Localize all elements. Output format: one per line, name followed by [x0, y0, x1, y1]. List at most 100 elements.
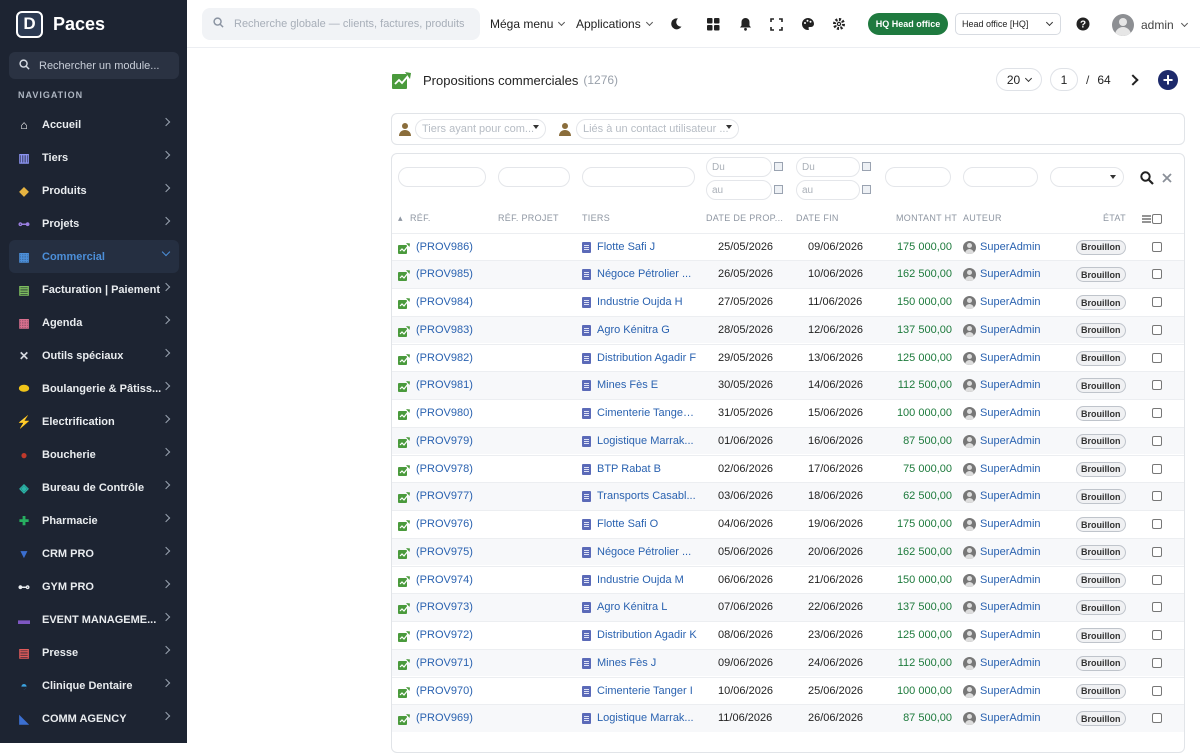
tiers-filter-input[interactable]: [582, 167, 695, 187]
col-header-date-fin[interactable]: DATE FIN: [796, 213, 839, 223]
sidebar-item-produits[interactable]: ◆ Produits: [9, 174, 179, 207]
gear-icon[interactable]: [830, 15, 848, 33]
author-link[interactable]: SuperAdmin: [980, 379, 1041, 391]
tiers-link[interactable]: Mines Fès J: [597, 657, 697, 669]
table-row[interactable]: (PROV969) Logistique Marrak... 11/06/2026 2…: [392, 704, 1184, 732]
clear-filters-icon[interactable]: [1162, 173, 1172, 183]
mega-menu[interactable]: Méga menu: [490, 17, 566, 31]
proposal-ref-link[interactable]: (PROV981): [416, 379, 473, 391]
row-checkbox[interactable]: [1152, 685, 1162, 696]
row-checkbox[interactable]: [1152, 546, 1162, 557]
moon-icon[interactable]: [667, 15, 685, 33]
row-checkbox[interactable]: [1152, 630, 1162, 640]
fullscreen-icon[interactable]: [767, 15, 785, 33]
row-checkbox[interactable]: [1152, 657, 1162, 668]
author-link[interactable]: SuperAdmin: [980, 546, 1041, 558]
date-fin-to-input[interactable]: au: [796, 180, 860, 200]
contact-filter[interactable]: Liés à un contact utilisateur ...: [576, 119, 739, 139]
calendar-icon[interactable]: [862, 162, 871, 171]
col-header-montant[interactable]: MONTANT HT: [896, 213, 957, 223]
sidebar-item-clinique-dentaire[interactable]: ◓ Clinique Dentaire: [9, 669, 179, 702]
proposal-ref-link[interactable]: (PROV970): [416, 685, 473, 697]
proposal-ref-link[interactable]: (PROV969): [416, 712, 473, 724]
table-row[interactable]: (PROV984) Industrie Oujda H 27/05/2026 11/0…: [392, 288, 1184, 316]
author-link[interactable]: SuperAdmin: [980, 685, 1041, 697]
table-row[interactable]: (PROV982) Distribution Agadir F 29/05/2026…: [392, 343, 1184, 372]
next-page-icon[interactable]: [1127, 73, 1139, 86]
tiers-link[interactable]: Distribution Agadir F: [597, 352, 697, 364]
hq-button[interactable]: HQ Head office: [868, 13, 948, 35]
row-checkbox[interactable]: [1152, 519, 1162, 529]
calendar-icon[interactable]: [774, 185, 783, 194]
table-row[interactable]: (PROV983) Agro Kénitra G 28/05/2026 12/06/2…: [392, 315, 1184, 344]
col-header-date-prop[interactable]: DATE DE PROP...: [706, 213, 783, 223]
search-icon[interactable]: [1140, 171, 1154, 185]
author-link[interactable]: SuperAdmin: [980, 296, 1041, 308]
auteur-filter-input[interactable]: [963, 167, 1038, 187]
sidebar-item-bureau-de-contr-le[interactable]: ◈ Bureau de Contrôle: [9, 471, 179, 504]
tiers-link[interactable]: BTP Rabat B: [597, 463, 697, 475]
etat-filter-select[interactable]: [1050, 167, 1124, 187]
sidebar-item-boucherie[interactable]: ● Boucherie: [9, 438, 179, 471]
proposal-ref-link[interactable]: (PROV971): [416, 657, 473, 669]
row-checkbox[interactable]: [1152, 269, 1162, 280]
applications-menu[interactable]: Applications: [576, 17, 653, 31]
sidebar-item-facturation-paiement[interactable]: ▤ Facturation | Paiement: [9, 273, 179, 306]
tiers-link[interactable]: Flotte Safi O: [597, 518, 697, 530]
sidebar-item-agenda[interactable]: ▦ Agenda: [9, 306, 179, 339]
table-row[interactable]: (PROV981) Mines Fès E 30/05/2026 14/06/2026…: [392, 371, 1184, 399]
proposal-ref-link[interactable]: (PROV972): [416, 629, 473, 641]
row-checkbox[interactable]: [1152, 713, 1162, 724]
tiers-link[interactable]: Agro Kénitra G: [597, 324, 697, 336]
sidebar-item-projets[interactable]: ⊶ Projets: [9, 207, 179, 240]
tiers-link[interactable]: Négoce Pétrolier ...: [597, 546, 697, 558]
sort-asc-icon[interactable]: ▴: [398, 213, 403, 224]
proposal-ref-link[interactable]: (PROV982): [416, 352, 473, 364]
author-link[interactable]: SuperAdmin: [980, 712, 1041, 724]
author-link[interactable]: SuperAdmin: [980, 518, 1041, 530]
author-link[interactable]: SuperAdmin: [980, 324, 1041, 336]
table-row[interactable]: (PROV985) Négoce Pétrolier ... 26/05/2026 1…: [392, 260, 1184, 288]
module-search-input[interactable]: [39, 59, 169, 72]
proposal-ref-link[interactable]: (PROV980): [416, 407, 473, 419]
author-link[interactable]: SuperAdmin: [980, 463, 1041, 475]
tiers-filter[interactable]: Tiers ayant pour com...: [415, 119, 546, 139]
author-link[interactable]: SuperAdmin: [980, 629, 1041, 641]
author-link[interactable]: SuperAdmin: [980, 574, 1041, 586]
author-link[interactable]: SuperAdmin: [980, 241, 1041, 253]
author-link[interactable]: SuperAdmin: [980, 352, 1041, 364]
row-checkbox[interactable]: [1152, 408, 1162, 418]
col-header-ref[interactable]: RÉF.: [410, 213, 431, 223]
date-prop-to-input[interactable]: au: [706, 180, 772, 200]
tiers-link[interactable]: Industrie Oujda H: [597, 296, 697, 308]
sidebar-item-event-manageme[interactable]: ▬ EVENT MANAGEME...: [9, 603, 179, 636]
tiers-link[interactable]: Mines Fès E: [597, 379, 697, 391]
per-page-select[interactable]: 20: [996, 68, 1042, 91]
proposal-ref-link[interactable]: (PROV983): [416, 324, 473, 336]
sidebar-item-presse[interactable]: ▤ Presse: [9, 636, 179, 669]
sidebar-item-commercial[interactable]: ▦ Commercial: [9, 240, 179, 273]
table-row[interactable]: (PROV970) Cimenterie Tanger I 10/06/2026 25…: [392, 676, 1184, 705]
proposal-ref-link[interactable]: (PROV976): [416, 518, 473, 530]
global-search-input[interactable]: [234, 18, 464, 30]
row-checkbox[interactable]: [1152, 491, 1162, 502]
table-row[interactable]: (PROV980) Cimenterie Tanger D 31/05/2026 15…: [392, 399, 1184, 427]
row-checkbox[interactable]: [1152, 352, 1162, 363]
brand[interactable]: D Paces: [16, 10, 105, 38]
ref-filter-input[interactable]: [398, 167, 486, 187]
proposal-ref-link[interactable]: (PROV985): [416, 268, 473, 280]
proposal-ref-link[interactable]: (PROV986): [416, 241, 473, 253]
list-columns-icon[interactable]: [1142, 215, 1151, 223]
bell-icon[interactable]: [736, 15, 754, 33]
tiers-link[interactable]: Logistique Marrak...: [597, 712, 697, 724]
tiers-link[interactable]: Distribution Agadir K: [597, 629, 697, 641]
apps-grid-icon[interactable]: [704, 15, 722, 33]
table-row[interactable]: (PROV976) Flotte Safi O 04/06/2026 19/06/20…: [392, 510, 1184, 538]
row-checkbox[interactable]: [1152, 241, 1162, 252]
author-link[interactable]: SuperAdmin: [980, 601, 1041, 613]
table-row[interactable]: (PROV986) Flotte Safi J 25/05/2026 09/06/20…: [392, 232, 1184, 261]
tiers-link[interactable]: Agro Kénitra L: [597, 601, 697, 613]
palette-icon[interactable]: [799, 15, 817, 33]
tiers-link[interactable]: Logistique Marrak...: [597, 435, 697, 447]
sidebar-item-tiers[interactable]: ▥ Tiers: [9, 141, 179, 174]
